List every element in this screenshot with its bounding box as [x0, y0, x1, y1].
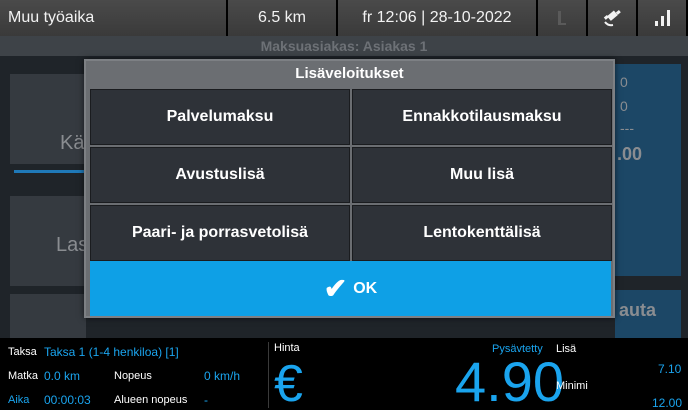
status-bar: Muu työaika 6.5 km fr 12:06 | 28-10-2022: [0, 0, 688, 36]
background-tile-label: Kä: [60, 132, 85, 154]
minimi-label: Minimi: [556, 380, 588, 392]
background-tile: Las: [10, 196, 88, 286]
extra-value: 7.10: [658, 362, 682, 376]
option-advance-booking-fee[interactable]: Ennakkotilausmaksu: [352, 89, 612, 145]
screen-title: Muu työaika: [0, 0, 228, 36]
dialog-title: Lisäveloitukset: [295, 65, 404, 82]
minimum-value: 12.00: [652, 396, 683, 410]
background-summary-total: .00: [617, 144, 643, 164]
hinta-label: Hinta: [274, 342, 300, 354]
background-button-label: auta: [619, 300, 657, 320]
signal-icon: [638, 0, 688, 36]
option-assistance-fee[interactable]: Avustuslisä: [90, 147, 350, 203]
option-stretcher-stairs-fee[interactable]: Paari- ja porrasvetolisä: [90, 205, 350, 261]
price-display: 4.90: [455, 350, 564, 410]
taksa-label: Taksa: [8, 346, 37, 358]
background-button: auta: [615, 290, 681, 338]
distance-readout: 6.5 km: [228, 0, 338, 36]
nopeus-label: Nopeus: [114, 370, 152, 382]
alueen-nopeus-value: -: [204, 393, 208, 407]
ok-button[interactable]: ✔ OK: [90, 261, 611, 316]
checkmark-icon: ✔: [323, 272, 348, 304]
alueen-nopeus-label: Alueen nopeus: [114, 394, 188, 406]
background-summary-dashes: ---: [620, 120, 634, 136]
matka-value: 0.0 km: [44, 369, 81, 383]
datetime-readout: fr 12:06 | 28-10-2022: [338, 0, 538, 36]
phone-icon: [538, 0, 588, 36]
aika-value: 00:00:03: [44, 393, 91, 407]
background-summary-value: 0: [620, 98, 628, 114]
taksa-value: Taksa 1 (1-4 henkiloa) [1]: [44, 345, 179, 359]
option-airport-fee[interactable]: Lentokenttälisä: [352, 205, 612, 261]
ok-label: OK: [353, 279, 378, 297]
divider: [268, 342, 269, 408]
option-other-fee[interactable]: Muu lisä: [352, 147, 612, 203]
background-summary-panel: 0 0 --- .00: [615, 64, 681, 276]
option-service-fee[interactable]: Palvelumaksu: [90, 89, 350, 145]
background-summary-value: 0: [620, 74, 628, 90]
aika-label: Aika: [8, 394, 30, 406]
nopeus-value: 0 km/h: [204, 369, 241, 383]
gps-icon: [588, 0, 638, 36]
background-tile: [10, 294, 86, 338]
currency-symbol: €: [274, 355, 303, 410]
matka-label: Matka: [8, 370, 38, 382]
background-tile: Kä: [10, 74, 86, 164]
background-accent-line: [14, 170, 86, 173]
meter-info-bar: Taksa Taksa 1 (1-4 henkiloa) [1] Matka 0…: [0, 338, 688, 410]
extra-charges-dialog: Lisäveloitukset Palvelumaksu Ennakkotila…: [84, 59, 615, 318]
customer-header: Maksuasiakas: Asiakas 1: [0, 36, 688, 56]
